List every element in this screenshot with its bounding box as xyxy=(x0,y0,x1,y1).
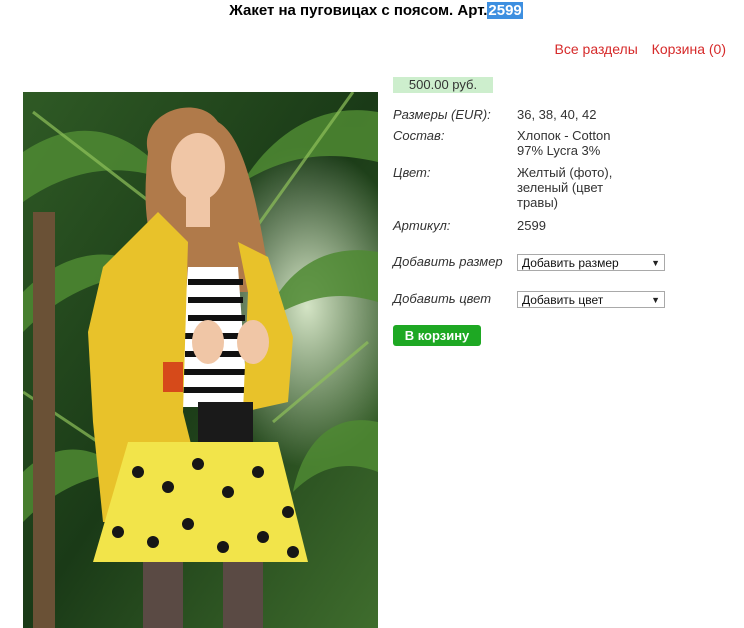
add-size-label: Добавить размер xyxy=(393,254,503,269)
add-size-select[interactable]: Добавить размер ▼ xyxy=(517,254,665,271)
cart-link[interactable]: Корзина (0) xyxy=(652,41,726,57)
chevron-down-icon: ▼ xyxy=(651,295,660,305)
product-photo[interactable] xyxy=(23,92,378,628)
price-badge: 500.00 руб. xyxy=(393,77,493,93)
add-color-select-value: Добавить цвет xyxy=(522,293,604,307)
composition-label: Состав: xyxy=(393,128,445,143)
color-value: Желтый (фото), зеленый (цвет травы) xyxy=(517,165,613,210)
article-number-highlight[interactable]: 2599 xyxy=(487,2,523,19)
add-color-label: Добавить цвет xyxy=(393,291,492,306)
add-to-cart-button[interactable]: В корзину xyxy=(393,325,481,346)
all-sections-link[interactable]: Все разделы xyxy=(555,41,638,57)
chevron-down-icon: ▼ xyxy=(651,258,660,268)
color-label: Цвет: xyxy=(393,165,431,180)
composition-value: Хлопок - Cotton 97% Lycra 3% xyxy=(517,128,611,158)
add-color-select[interactable]: Добавить цвет ▼ xyxy=(517,291,665,308)
page-title: Жакет на пуговицах с поясом. Арт.2599 xyxy=(0,2,744,20)
product-photo-illustration xyxy=(23,92,378,628)
top-links: Все разделы Корзина (0) xyxy=(545,41,726,57)
page-title-prefix: Жакет на пуговицах с поясом. Арт. xyxy=(229,2,488,19)
article-label: Артикул: xyxy=(393,218,451,233)
article-value: 2599 xyxy=(517,218,546,233)
sizes-label: Размеры (EUR): xyxy=(393,107,491,122)
sizes-value: 36, 38, 40, 42 xyxy=(517,107,597,122)
add-size-select-value: Добавить размер xyxy=(522,256,619,270)
